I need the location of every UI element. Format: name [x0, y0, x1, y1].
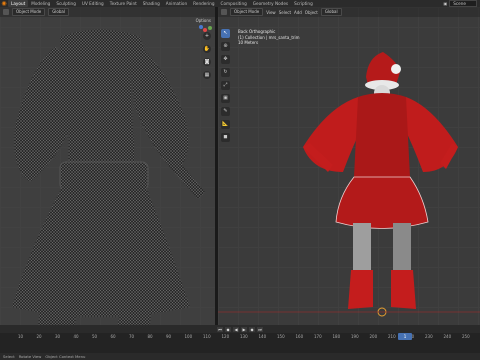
workspace-tab-animation[interactable]: Animation	[163, 0, 190, 7]
frame-number: 130	[240, 334, 248, 339]
left-viewport[interactable]: Object Mode Global Options + ✋ ◙ ▦	[0, 7, 215, 325]
workspace-tab-compositing[interactable]: Compositing	[218, 0, 250, 7]
workspace-tab-texture-paint[interactable]: Texture Paint	[107, 0, 140, 7]
scene-icon: ▣	[443, 1, 448, 6]
frame-number: 120	[221, 334, 230, 339]
status-context: Object Context Menu	[45, 354, 86, 359]
frame-number: 240	[443, 334, 452, 339]
frame-number: 20	[36, 334, 42, 339]
workspace-tab-shading[interactable]: Shading	[140, 0, 163, 7]
frame-number: 180	[332, 334, 341, 339]
right-viewport[interactable]: Object Mode View Select Add Object Globa…	[218, 7, 480, 325]
play-reverse-icon[interactable]: ◀	[233, 326, 239, 332]
frame-number: 140	[258, 334, 267, 339]
workspace-tab-uv-editing[interactable]: UV Editing	[79, 0, 107, 7]
play-icon[interactable]: ▶	[241, 326, 247, 332]
frame-number: 210	[388, 334, 396, 339]
timeline-editor: ⏮ ◆ ◀ ▶ ◆ ⏭ 10 20 30 40 50 60 70 80 90 100 110 120 1…	[0, 325, 480, 360]
frame-number: 70	[129, 334, 135, 339]
status-bar: Select Rotate View Object Context Menu	[0, 353, 480, 360]
top-menu-bar: ◉ Layout Modeling Sculpting UV Editing Textu…	[0, 0, 480, 7]
frame-number: 160	[295, 334, 304, 339]
frame-number: 250	[462, 334, 470, 339]
workspace-tab-geometry-nodes[interactable]: Geometry Nodes	[250, 0, 291, 7]
jump-end-icon[interactable]: ⏭	[257, 326, 263, 332]
frame-number: 90	[166, 334, 172, 339]
status-select: Select	[3, 354, 15, 359]
frame-number: 100	[184, 334, 193, 339]
workspace-tab-rendering[interactable]: Rendering	[190, 0, 217, 7]
frame-number: 30	[55, 334, 61, 339]
frame-number: 170	[314, 334, 322, 339]
frame-number: 110	[203, 334, 211, 339]
workspace-tab-modeling[interactable]: Modeling	[28, 0, 53, 7]
workspace-tab-layout[interactable]: Layout	[8, 0, 29, 7]
frame-number: 40	[73, 334, 79, 339]
jump-start-icon[interactable]: ⏮	[217, 326, 223, 332]
workspace-tab-sculpting[interactable]: Sculpting	[53, 0, 79, 7]
frame-number: 10	[18, 334, 24, 339]
frame-number: 80	[147, 334, 153, 339]
wireframe-garment	[12, 29, 205, 325]
scene-selector[interactable]: Scene	[449, 0, 477, 7]
frame-number: 150	[277, 334, 285, 339]
playback-controls: ⏮ ◆ ◀ ▶ ◆ ⏭	[0, 325, 480, 333]
frame-number: 50	[92, 334, 98, 339]
santa-outfit-model	[218, 52, 480, 317]
frame-number: 200	[369, 334, 378, 339]
frame-number: 190	[351, 334, 359, 339]
frame-number: 60	[110, 334, 116, 339]
current-frame-indicator[interactable]: 1	[398, 333, 412, 340]
frame-number: 230	[425, 334, 433, 339]
next-keyframe-icon[interactable]: ◆	[249, 326, 255, 332]
status-rotate: Rotate View	[18, 354, 42, 359]
prev-keyframe-icon[interactable]: ◆	[225, 326, 231, 332]
blender-logo-icon[interactable]: ◉	[0, 0, 8, 7]
workspace-tab-scripting[interactable]: Scripting	[291, 0, 316, 7]
